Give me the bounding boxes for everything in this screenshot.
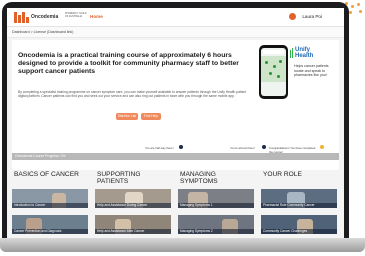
phone-map-icon (261, 56, 286, 82)
hero-description: By completing a specialist training prog… (18, 90, 247, 99)
module-title: BASICS OF CANCER (14, 171, 79, 178)
module-item-link[interactable]: Help and Assistance After Cancer (95, 229, 171, 234)
partner-logo: PHARMACY GUILD OF AUSTRALIA (65, 12, 87, 18)
page-headline: Oncodemia is a practical training course… (18, 52, 239, 76)
module-item-link[interactable]: Introduction to Cancer (12, 203, 88, 208)
milestone-label: You're almost there! (230, 146, 255, 150)
unify-logo-icon (290, 48, 294, 58)
hero-card: Oncodemia is a practical training course… (12, 40, 339, 144)
module-supporting-patients: SUPPORTING PATIENTS Help and Assistance … (95, 170, 173, 238)
module-your-role: YOUR ROLE Pharmacist Role Community Canc… (261, 170, 339, 238)
marketing-screenshot: Oncodemia PHARMACY GUILD OF AUSTRALIA Ho… (0, 0, 365, 256)
phone-mockup-image (259, 45, 288, 99)
module-managing-symptoms: MANAGING SYMPTOMS Managing Symptoms 1 Ma… (178, 170, 256, 238)
module-item-link[interactable]: Cancer Prevention and Diagnosis (12, 229, 88, 234)
top-navigation-bar: Oncodemia PHARMACY GUILD OF AUSTRALIA Ho… (7, 8, 344, 27)
module-title: SUPPORTING PATIENTS (97, 171, 141, 185)
user-menu[interactable]: Laura Poi (302, 14, 322, 19)
milestone-label: You are half way there! (145, 146, 174, 150)
module-thumbnail[interactable]: Cancer Prevention and Diagnosis (12, 215, 88, 234)
oncodemia-logo-icon[interactable] (14, 12, 29, 23)
module-title: YOUR ROLE (263, 171, 302, 178)
module-thumbnail[interactable]: Community Cancer Challenges (261, 215, 337, 234)
course-modules: BASICS OF CANCER Introduction to Cancer … (12, 170, 339, 238)
start-lab-button[interactable]: Start the Lab (116, 113, 138, 120)
nav-home-link[interactable]: Home (90, 14, 103, 19)
module-thumbnail[interactable]: Managing Symptoms 2 (178, 215, 254, 234)
phone-search-bar (263, 50, 284, 54)
breadcrumb[interactable]: Dashboard > License (Dashboard link) (12, 30, 73, 34)
module-thumbnail[interactable]: Introduction to Cancer (12, 189, 88, 208)
breadcrumb-bar: Dashboard > License (Dashboard link) (7, 27, 344, 38)
module-item-link[interactable]: Managing Symptoms 1 (178, 203, 254, 208)
milestone-marker-icon (178, 144, 184, 150)
user-avatar-icon[interactable] (289, 13, 296, 20)
unify-promo-text: Helps cancer patients locate and speak t… (294, 64, 329, 78)
module-thumbnail[interactable]: Managing Symptoms 1 (178, 189, 254, 208)
module-basics-of-cancer: BASICS OF CANCER Introduction to Cancer … (12, 170, 90, 238)
progress-label: Oncodemia Course Progress: 0% (15, 154, 66, 158)
module-thumbnail[interactable]: Pharmacist Role Community Cancer (261, 189, 337, 208)
module-item-link[interactable]: Managing Symptoms 2 (178, 229, 254, 234)
module-item-link[interactable]: Help and Assistance During Cancer (95, 203, 171, 208)
module-item-link[interactable]: Pharmacist Role Community Cancer (261, 203, 337, 208)
progress-bar: Oncodemia Course Progress: 0% (12, 153, 339, 160)
module-thumbnail[interactable]: Help and Assistance After Cancer (95, 215, 171, 234)
laptop-frame: Oncodemia PHARMACY GUILD OF AUSTRALIA Ho… (2, 2, 349, 250)
phone-app-screen (261, 48, 286, 96)
module-item-link[interactable]: Community Cancer Challenges (261, 229, 337, 234)
module-thumbnail[interactable]: Help and Assistance During Cancer (95, 189, 171, 208)
laptop-base (0, 238, 365, 252)
course-progress: You are half way there! You're almost th… (12, 144, 339, 170)
unify-health-title: Unify Health (295, 47, 314, 60)
milestone-trophy-icon (319, 144, 325, 150)
laptop-screen: Oncodemia PHARMACY GUILD OF AUSTRALIA Ho… (7, 8, 344, 238)
module-title: MANAGING SYMPTOMS (180, 171, 218, 185)
find-help-button[interactable]: Find Help (141, 113, 161, 120)
milestone-marker-icon (261, 144, 267, 150)
brand-name[interactable]: Oncodemia (31, 14, 58, 20)
